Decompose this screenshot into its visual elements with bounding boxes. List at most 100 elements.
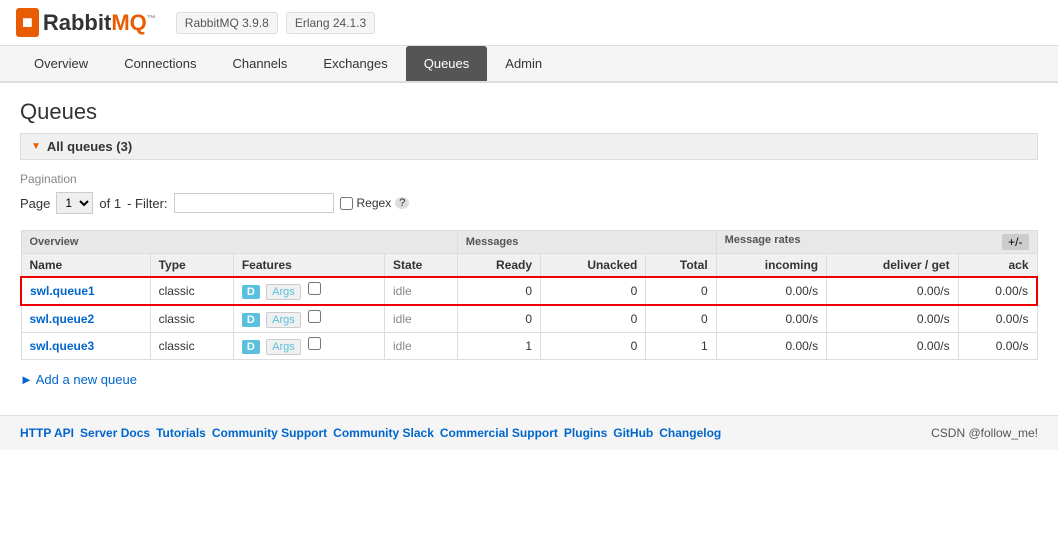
queue-total: 0 [646,305,716,333]
queue-select-checkbox[interactable] [308,310,321,323]
logo-mq: MQ [111,10,146,35]
queue-features: D Args [233,277,384,305]
footer-tutorials[interactable]: Tutorials [156,426,206,440]
plus-minus-button[interactable]: +/- [1002,234,1028,250]
table-row: swl.queue1 classic D Args idle 0 0 0 0.0… [21,277,1037,305]
queue-name[interactable]: swl.queue1 [21,277,150,305]
logo: ■ RabbitMQ™ [16,8,156,37]
logo-icon: ■ [16,8,39,37]
filter-input[interactable] [174,193,334,213]
col-unacked: Unacked [541,254,646,278]
add-queue-arrow: ► [20,372,36,387]
filter-label: - Filter: [127,196,167,211]
page-title: Queues [20,99,1038,125]
footer-commercial-support[interactable]: Commercial Support [440,426,558,440]
queue-incoming: 0.00/s [716,305,826,333]
queue-select-checkbox[interactable] [308,282,321,295]
queue-state: idle [385,277,458,305]
queue-deliver-get: 0.00/s [827,305,958,333]
queue-type: classic [150,277,233,305]
queue-incoming: 0.00/s [716,333,826,360]
feature-args-button[interactable]: Args [266,339,301,355]
erlang-version: Erlang 24.1.3 [286,12,375,34]
col-ready: Ready [457,254,540,278]
queue-unacked: 0 [541,277,646,305]
queue-name[interactable]: swl.queue2 [21,305,150,333]
queue-type: classic [150,305,233,333]
footer-server-docs[interactable]: Server Docs [80,426,150,440]
logo-tm: ™ [147,13,156,23]
all-queues-section-header[interactable]: ▼ All queues (3) [20,133,1038,160]
feature-durable-icon: D [242,340,260,354]
of-label: of 1 [99,196,121,211]
page-select[interactable]: 1 [56,192,93,214]
add-queue-link[interactable]: ► Add a new queue [20,372,137,387]
queue-link[interactable]: swl.queue3 [30,339,95,353]
queue-link[interactable]: swl.queue2 [30,312,95,326]
regex-checkbox[interactable] [340,197,353,210]
header: ■ RabbitMQ™ RabbitMQ 3.9.8 Erlang 24.1.3 [0,0,1058,46]
feature-durable-icon: D [242,313,260,327]
feature-args-button[interactable]: Args [266,312,301,328]
queue-ack: 0.00/s [958,333,1037,360]
feature-durable-icon: D [242,285,260,299]
queue-unacked: 0 [541,305,646,333]
queue-ready: 0 [457,305,540,333]
logo-text: RabbitMQ™ [43,10,156,36]
table-row: swl.queue3 classic D Args idle 1 0 1 0.0… [21,333,1037,360]
queue-state: idle [385,333,458,360]
queue-ready: 0 [457,277,540,305]
nav-overview[interactable]: Overview [16,46,106,81]
col-state: State [385,254,458,278]
nav-exchanges[interactable]: Exchanges [305,46,405,81]
nav-connections[interactable]: Connections [106,46,214,81]
col-deliver-get: deliver / get [827,254,958,278]
section-title: All queues (3) [47,139,132,154]
footer-credit: CSDN @follow_me! [931,426,1038,440]
queue-ack: 0.00/s [958,277,1037,305]
queue-unacked: 0 [541,333,646,360]
footer-changelog[interactable]: Changelog [659,426,721,440]
footer: HTTP API Server Docs Tutorials Community… [0,415,1058,450]
queue-link[interactable]: swl.queue1 [30,284,95,298]
queues-table-wrapper: Overview Messages Message rates +/- Name… [20,230,1038,360]
help-icon[interactable]: ? [395,197,409,209]
queue-deliver-get: 0.00/s [827,333,958,360]
footer-plugins[interactable]: Plugins [564,426,607,440]
rabbitmq-version: RabbitMQ 3.9.8 [176,12,278,34]
col-incoming: incoming [716,254,826,278]
footer-http-api[interactable]: HTTP API [20,426,74,440]
col-type: Type [150,254,233,278]
queue-select-checkbox[interactable] [308,337,321,350]
nav-admin[interactable]: Admin [487,46,560,81]
footer-community-support[interactable]: Community Support [212,426,327,440]
col-ack: ack [958,254,1037,278]
main-nav: Overview Connections Channels Exchanges … [0,46,1058,83]
add-queue-section: ► Add a new queue [20,372,1038,387]
col-features: Features [233,254,384,278]
queue-incoming: 0.00/s [716,277,826,305]
col-total: Total [646,254,716,278]
queue-total: 0 [646,277,716,305]
content: Queues ▼ All queues (3) Pagination Page … [0,83,1058,415]
message-rates-header: Message rates +/- [716,231,1037,254]
col-name: Name [21,254,150,278]
queues-table: Overview Messages Message rates +/- Name… [20,230,1038,360]
queue-features: D Args [233,333,384,360]
footer-community-slack[interactable]: Community Slack [333,426,434,440]
section-arrow: ▼ [31,141,41,152]
queue-ready: 1 [457,333,540,360]
feature-args-button[interactable]: Args [266,284,301,300]
queue-ack: 0.00/s [958,305,1037,333]
nav-channels[interactable]: Channels [214,46,305,81]
queue-features: D Args [233,305,384,333]
overview-header: Overview [21,231,457,254]
queue-name[interactable]: swl.queue3 [21,333,150,360]
nav-queues[interactable]: Queues [406,46,488,81]
footer-github[interactable]: GitHub [613,426,653,440]
pagination-row: Page 1 of 1 - Filter: Regex ? [20,192,1038,214]
page-label: Page [20,196,50,211]
pagination-section: Pagination Page 1 of 1 - Filter: Regex ? [20,172,1038,214]
queue-deliver-get: 0.00/s [827,277,958,305]
table-row: swl.queue2 classic D Args idle 0 0 0 0.0… [21,305,1037,333]
